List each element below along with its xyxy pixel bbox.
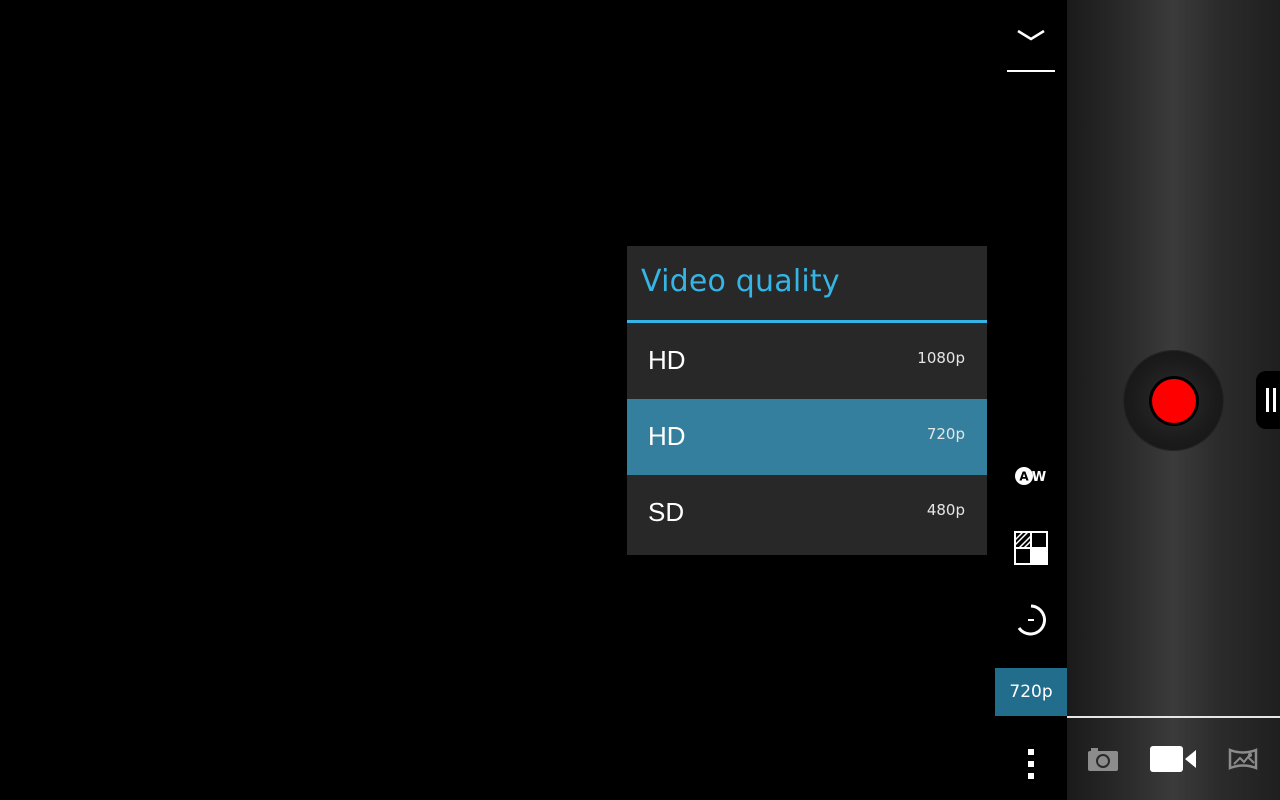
option-label: SD [648,497,685,527]
option-label: HD [648,345,686,375]
video-quality-indicator-label: 720p [1009,682,1053,702]
exposure-button[interactable] [995,524,1067,572]
chevron-down-icon [1017,29,1045,41]
popup-title: Video quality [641,264,840,299]
photo-mode-button[interactable] [1073,718,1133,800]
white-balance-icon: A W [1015,467,1046,485]
option-resolution: 720p [926,425,965,443]
record-button-ring [1148,375,1199,426]
quality-option-720p[interactable]: HD 720p [627,399,987,475]
white-balance-button[interactable]: A W [995,452,1067,500]
video-quality-indicator[interactable]: 720p [995,668,1067,716]
more-options-button[interactable] [995,740,1067,788]
record-button[interactable] [1123,350,1224,451]
svg-text:A: A [1019,470,1029,484]
quality-option-1080p[interactable]: HD 1080p [627,323,987,399]
timer-icon [1017,604,1046,636]
panorama-mode-button[interactable] [1213,718,1273,800]
video-mode-button[interactable] [1143,718,1203,800]
pause-button[interactable] [1256,371,1280,429]
quality-option-480p[interactable]: SD 480p [627,475,987,555]
video-quality-popup: Video quality HD 1080p HD 720p SD 480p [627,246,987,555]
control-panel [1067,0,1280,800]
option-resolution: 1080p [917,349,965,367]
option-label: HD [648,421,686,451]
settings-strip: A W 720p [995,0,1067,800]
panorama-icon [1228,748,1258,770]
mode-switcher [1067,718,1280,800]
video-camera-icon [1150,746,1196,772]
pause-icon [1266,388,1276,412]
option-resolution: 480p [926,501,965,519]
record-icon [1151,378,1196,423]
svg-text:W: W [1032,470,1046,485]
exposure-icon [1014,531,1048,565]
collapse-settings-button[interactable] [995,10,1067,62]
strip-divider [1007,70,1055,72]
overflow-menu-icon [1028,749,1034,779]
camera-icon [1088,748,1118,771]
timer-button[interactable] [995,596,1067,644]
